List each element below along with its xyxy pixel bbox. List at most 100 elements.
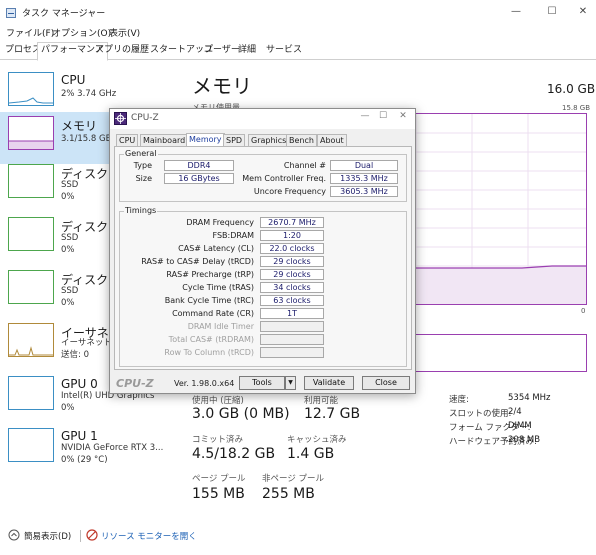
tools-button[interactable]: Tools — [239, 376, 285, 390]
size-value: 16 GBytes — [164, 173, 234, 184]
mem-controller-value: 1335.3 MHz — [330, 173, 398, 184]
cpuz-tab-memory[interactable]: Memory — [186, 133, 225, 147]
hardware-reserved-value: 208 MB — [508, 435, 541, 445]
speed-value: 5354 MHz — [508, 393, 551, 403]
memory-sparkline — [8, 116, 54, 150]
type-value: DDR4 — [164, 160, 234, 171]
sidebar-item-sub: 0% (29 °C) — [61, 455, 108, 465]
uncore-label: Uncore Frequency — [253, 187, 326, 196]
cpuz-title: CPU-Z — [131, 113, 159, 123]
minimize-button[interactable]: — — [501, 4, 531, 20]
channel-value: Dual — [330, 160, 398, 171]
sidebar-item-sub: SSD — [61, 286, 79, 296]
cpuz-close-button[interactable]: ✕ — [394, 111, 412, 121]
tab-services[interactable]: サービス — [263, 43, 305, 60]
cpuz-minimize-button[interactable]: — — [356, 111, 374, 121]
sidebar-item-title: GPU 0 — [61, 377, 98, 391]
uncore-value: 3605.3 MHz — [330, 186, 398, 197]
menu-file[interactable]: ファイル(F) — [6, 26, 54, 39]
row-to-column-value — [260, 347, 324, 358]
page-title: メモリ — [192, 74, 252, 98]
trcd-label: RAS# to CAS# Delay (tRCD) — [141, 257, 254, 266]
tab-app-history[interactable]: アプリの履歴 — [92, 43, 152, 60]
sidebar-item-sub: NVIDIA GeForce RTX 3... — [61, 443, 164, 453]
available-label: 利用可能 — [304, 396, 339, 406]
disk-1-sparkline — [8, 217, 54, 251]
committed-label: コミット済み — [192, 435, 244, 445]
fsb-dram-label: FSB:DRAM — [212, 231, 255, 240]
sidebar-item-sub: 0% — [61, 245, 75, 255]
nonpaged-pool-value: 255 MB — [262, 486, 315, 502]
tools-dropdown-icon[interactable]: ▼ — [285, 376, 296, 390]
window-title: タスク マネージャー — [22, 9, 106, 19]
paged-pool-label: ページ プール — [192, 474, 246, 484]
sidebar-item-title: CPU — [61, 73, 86, 87]
ethernet-sparkline — [8, 323, 54, 357]
cpuz-maximize-button[interactable]: ☐ — [374, 111, 392, 121]
sidebar-item-gpu-1[interactable]: GPU 1 NVIDIA GeForce RTX 3... 0% (29 °C) — [0, 424, 172, 476]
dram-frequency-value: 2670.7 MHz — [260, 217, 324, 228]
disk-2-sparkline — [8, 270, 54, 304]
menu-view[interactable]: 表示(V) — [109, 26, 140, 39]
footer-divider — [80, 530, 81, 542]
general-group-title: General — [124, 149, 158, 158]
total-cas-label: Total CAS# (tRDRAM) — [168, 335, 254, 344]
speed-label: 速度: — [449, 395, 469, 405]
trp-value: 29 clocks — [260, 269, 324, 280]
memory-max-label: 15.8 GB — [562, 104, 591, 112]
gpu-1-sparkline — [8, 428, 54, 462]
footer-bar: 簡易表示(D) リソース モニターを開く — [0, 526, 596, 548]
menu-options[interactable]: オプション(O) — [52, 26, 111, 39]
command-rate-value: 1T — [260, 308, 324, 319]
timings-group-title: Timings — [124, 206, 158, 215]
fsb-dram-value: 1:20 — [260, 230, 324, 241]
chevron-up-icon[interactable] — [8, 529, 20, 541]
memory-total: 16.0 GB — [547, 82, 596, 96]
row-to-column-label: Row To Column (tRCD) — [164, 348, 254, 357]
close-button[interactable]: ✕ — [568, 4, 596, 20]
resource-monitor-icon — [86, 529, 98, 541]
trc-label: Bank Cycle Time (tRC) — [164, 296, 254, 305]
sidebar-item-sub: SSD — [61, 180, 79, 190]
validate-button[interactable]: Validate — [304, 376, 354, 390]
trp-label: RAS# Precharge (tRP) — [166, 270, 254, 279]
channel-label: Channel # — [283, 161, 326, 170]
sidebar-item-sub: イーサネット — [61, 338, 112, 348]
dram-idle-timer-label: DRAM Idle Timer — [187, 322, 254, 331]
cpuz-memory-panel: General Type DDR4 Size 16 GBytes Channel… — [114, 146, 412, 370]
committed-value: 4.5/18.2 GB — [192, 446, 276, 462]
cpuz-title-bar: CPU-Z — ☐ ✕ — [110, 109, 415, 129]
disk-0-sparkline — [8, 164, 54, 198]
open-resource-monitor-link[interactable]: リソース モニターを開く — [101, 530, 197, 542]
cpuz-window: CPU-Z — ☐ ✕ CPU Mainboard Memory SPD Gra… — [109, 108, 416, 394]
size-label: Size — [135, 174, 152, 183]
cached-label: キャッシュ済み — [287, 435, 347, 445]
cached-value: 1.4 GB — [287, 446, 335, 462]
gpu-0-sparkline — [8, 376, 54, 410]
cpuz-close-button-bottom[interactable]: Close — [362, 376, 410, 390]
slots-value: 2/4 — [508, 407, 522, 417]
sidebar-item-sub: 0% — [61, 192, 75, 202]
trc-value: 63 clocks — [260, 295, 324, 306]
maximize-button[interactable]: ☐ — [537, 4, 567, 20]
sidebar-item-sub: 送信: 0 — [61, 350, 89, 360]
total-cas-value — [260, 334, 324, 345]
trcd-value: 29 clocks — [260, 256, 324, 267]
tras-label: Cycle Time (tRAS) — [182, 283, 254, 292]
cpuz-tab-bar: CPU Mainboard Memory SPD Graphics Bench … — [114, 133, 412, 147]
cpuz-logo: CPU-Z — [116, 377, 154, 390]
fewer-details-link[interactable]: 簡易表示(D) — [24, 530, 71, 542]
command-rate-label: Command Rate (CR) — [172, 309, 254, 318]
task-manager-icon — [6, 8, 16, 18]
sidebar-item-title: メモリ — [61, 119, 98, 133]
tab-bar: プロセス パフォーマンス アプリの履歴 スタートアップ ユーザー 詳細 サービス — [0, 40, 596, 61]
cpuz-bottom-bar: CPU-Z Ver. 1.98.0.x64 Tools ▼ Validate C… — [114, 375, 412, 391]
tab-details[interactable]: 詳細 — [235, 43, 259, 60]
sidebar-item-sub: 0% — [61, 298, 75, 308]
in-use-value: 3.0 GB (0 MB) — [192, 406, 290, 422]
type-label: Type — [133, 161, 152, 170]
mem-controller-label: Mem Controller Freq. — [242, 174, 326, 183]
sidebar-item-sub: 2% 3.74 GHz — [61, 89, 117, 99]
title-bar: タスク マネージャー — ☐ ✕ — [0, 0, 596, 24]
sidebar-item-sub: 0% — [61, 403, 75, 413]
